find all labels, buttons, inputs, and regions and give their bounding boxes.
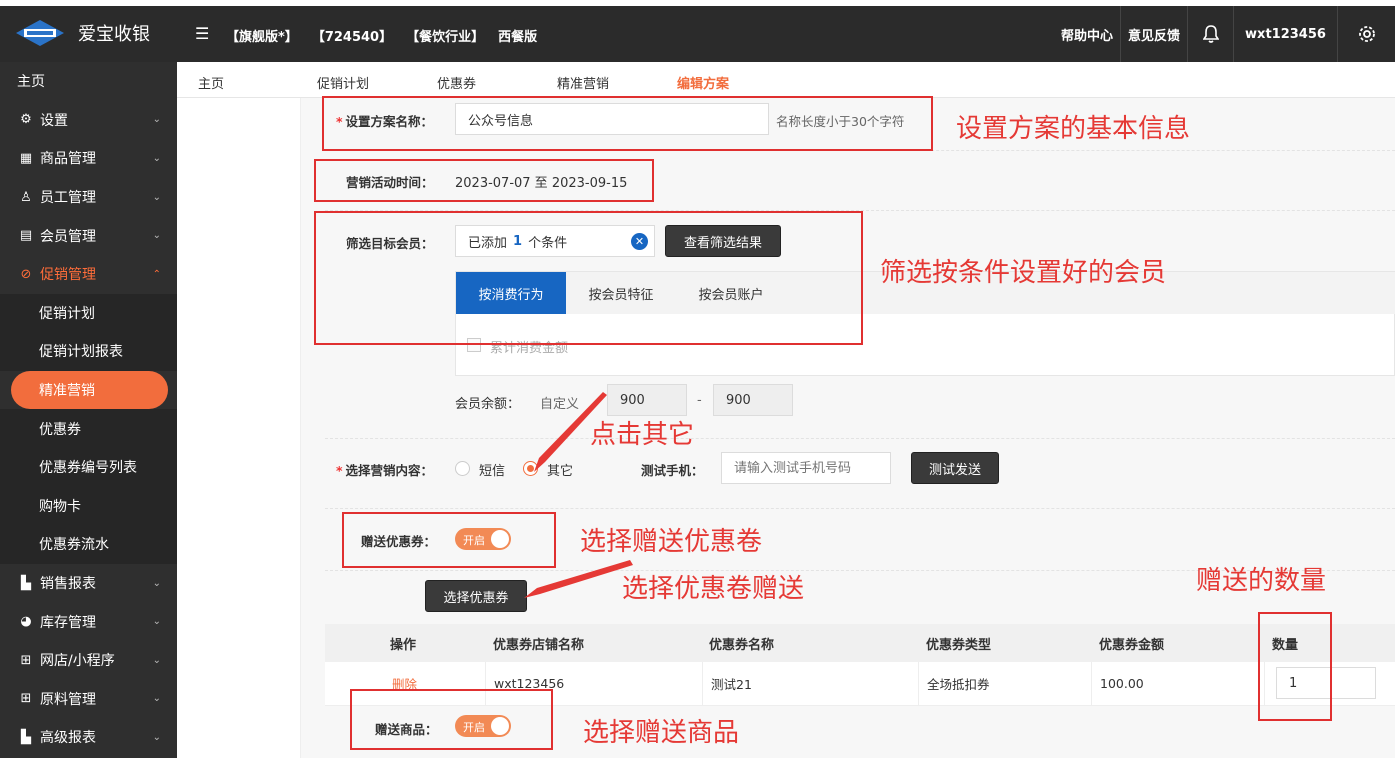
annotation-click-other: 点击其它	[590, 420, 695, 450]
annotation-gift-goods: 选择赠送商品	[583, 718, 740, 748]
arrow-choose-coupon	[524, 560, 633, 598]
annotation-choose-coupon: 选择优惠卷赠送	[622, 574, 805, 604]
annotation-filter-members: 筛选按条件设置好的会员	[880, 258, 1167, 288]
annotation-quantity: 赠送的数量	[1196, 566, 1327, 596]
annotation-basic-info: 设置方案的基本信息	[956, 114, 1191, 144]
annotation-gift-coupon: 选择赠送优惠卷	[580, 527, 763, 557]
